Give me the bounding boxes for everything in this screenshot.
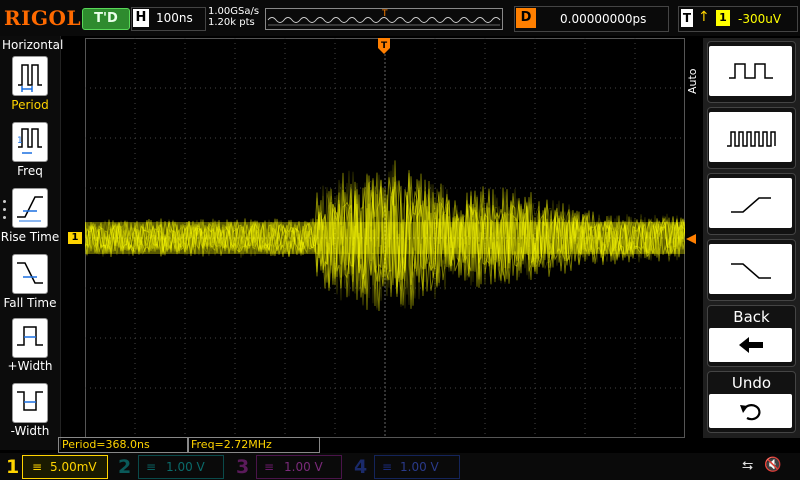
- channel-1-scale: 5.00mV: [50, 460, 97, 474]
- delay-value: 0.00000000ps: [560, 12, 647, 26]
- sidebar-title: Horizontal: [2, 38, 64, 52]
- rise-time-button[interactable]: [12, 188, 48, 228]
- undo-button[interactable]: Undo: [707, 371, 796, 433]
- page-dot: [3, 208, 6, 211]
- memory-overview: T: [265, 8, 503, 30]
- negative-width-button[interactable]: [12, 383, 48, 423]
- back-button[interactable]: Back: [707, 305, 796, 367]
- channel-3-scale: 1.00 V: [284, 460, 323, 474]
- svg-text:T: T: [381, 41, 388, 51]
- undo-icon: [740, 404, 761, 421]
- frequency-icon: 1: [17, 128, 42, 154]
- back-arrow-icon: [739, 337, 763, 353]
- channel-3-number[interactable]: 3: [236, 455, 249, 479]
- negative-width-label: -Width: [10, 424, 50, 438]
- memory-trigger-marker: T: [382, 9, 388, 19]
- button-face: [709, 394, 792, 428]
- frequency-label: Freq: [17, 164, 43, 178]
- period-measurement: Period=368.0ns: [58, 437, 189, 453]
- positive-width-label: +Width: [7, 359, 53, 373]
- period-label: Period: [11, 98, 49, 112]
- button-face: [709, 46, 792, 96]
- frequency-measurement: Freq=2.72MHz: [187, 437, 320, 453]
- period-button[interactable]: [12, 56, 48, 96]
- positive-width-icon: [17, 326, 43, 346]
- rise-time-label: Rise Time: [0, 230, 60, 244]
- channel-4-scale: 1.00 V: [400, 460, 439, 474]
- frequency-button[interactable]: 1: [12, 122, 48, 162]
- usb-icon: ⮀: [742, 458, 754, 474]
- delay-label: D: [516, 8, 536, 28]
- channel-2-number[interactable]: 2: [118, 455, 131, 479]
- channel-3-coupling-icon: ≡: [264, 460, 275, 474]
- channel-2-scale: 1.00 V: [166, 460, 205, 474]
- channel-1-number: 1: [6, 456, 20, 478]
- trigger-label: T: [681, 9, 693, 27]
- brand-logo: RIGOL: [4, 6, 82, 30]
- falling-edge-button[interactable]: [707, 239, 796, 301]
- back-label: Back: [733, 308, 770, 326]
- trigger-edge-icon: ↑: [698, 9, 710, 25]
- fall-time-button[interactable]: [12, 254, 48, 294]
- undo-label: Undo: [731, 374, 772, 392]
- auto-mode-label: Auto: [686, 68, 699, 94]
- timebase-value: 100ns: [156, 11, 193, 25]
- channel-4-number[interactable]: 4: [354, 455, 367, 479]
- speaker-muted-icon: 🔇: [764, 457, 782, 473]
- positive-width-button[interactable]: [12, 318, 48, 358]
- channel-4-coupling-icon: ≡: [382, 460, 393, 474]
- trigger-level-marker[interactable]: [686, 234, 696, 244]
- square-wave-high-button[interactable]: [707, 107, 796, 169]
- rising-edge-button[interactable]: [707, 173, 796, 235]
- page-dot: [3, 216, 6, 219]
- button-face: [709, 178, 792, 228]
- rising-edge-icon: [731, 197, 771, 213]
- square-wave-high-freq-icon: [727, 131, 776, 147]
- channel-1-offset-marker[interactable]: 1: [68, 232, 82, 244]
- rise-time-icon: [17, 196, 43, 222]
- svg-text:1: 1: [17, 136, 23, 146]
- button-face: [709, 112, 792, 162]
- channel-1-coupling-icon: ≡: [32, 460, 43, 474]
- button-face: [709, 244, 792, 294]
- period-icon: [18, 64, 42, 92]
- horizontal-label: H: [133, 9, 149, 27]
- channel-2-coupling-icon: ≡: [146, 460, 157, 474]
- sample-rate: 1.00GSa/s: [208, 6, 260, 17]
- memory-depth: 1.20k pts: [208, 17, 255, 28]
- page-dot: [3, 200, 6, 203]
- waveform-core-band: [85, 222, 685, 254]
- waveform-display[interactable]: [85, 38, 685, 438]
- trigger-position-marker[interactable]: T: [378, 38, 390, 56]
- run-status-badge[interactable]: T'D: [82, 8, 130, 30]
- trigger-source: 1: [716, 10, 730, 26]
- square-wave-low-freq-icon: [729, 63, 773, 79]
- trigger-level: -300uV: [738, 12, 782, 26]
- fall-time-label: Fall Time: [3, 296, 57, 310]
- falling-edge-icon: [731, 263, 771, 279]
- button-face: [709, 328, 792, 362]
- fall-time-icon: [17, 262, 43, 284]
- square-wave-low-button[interactable]: [707, 41, 796, 103]
- negative-width-icon: [17, 391, 43, 411]
